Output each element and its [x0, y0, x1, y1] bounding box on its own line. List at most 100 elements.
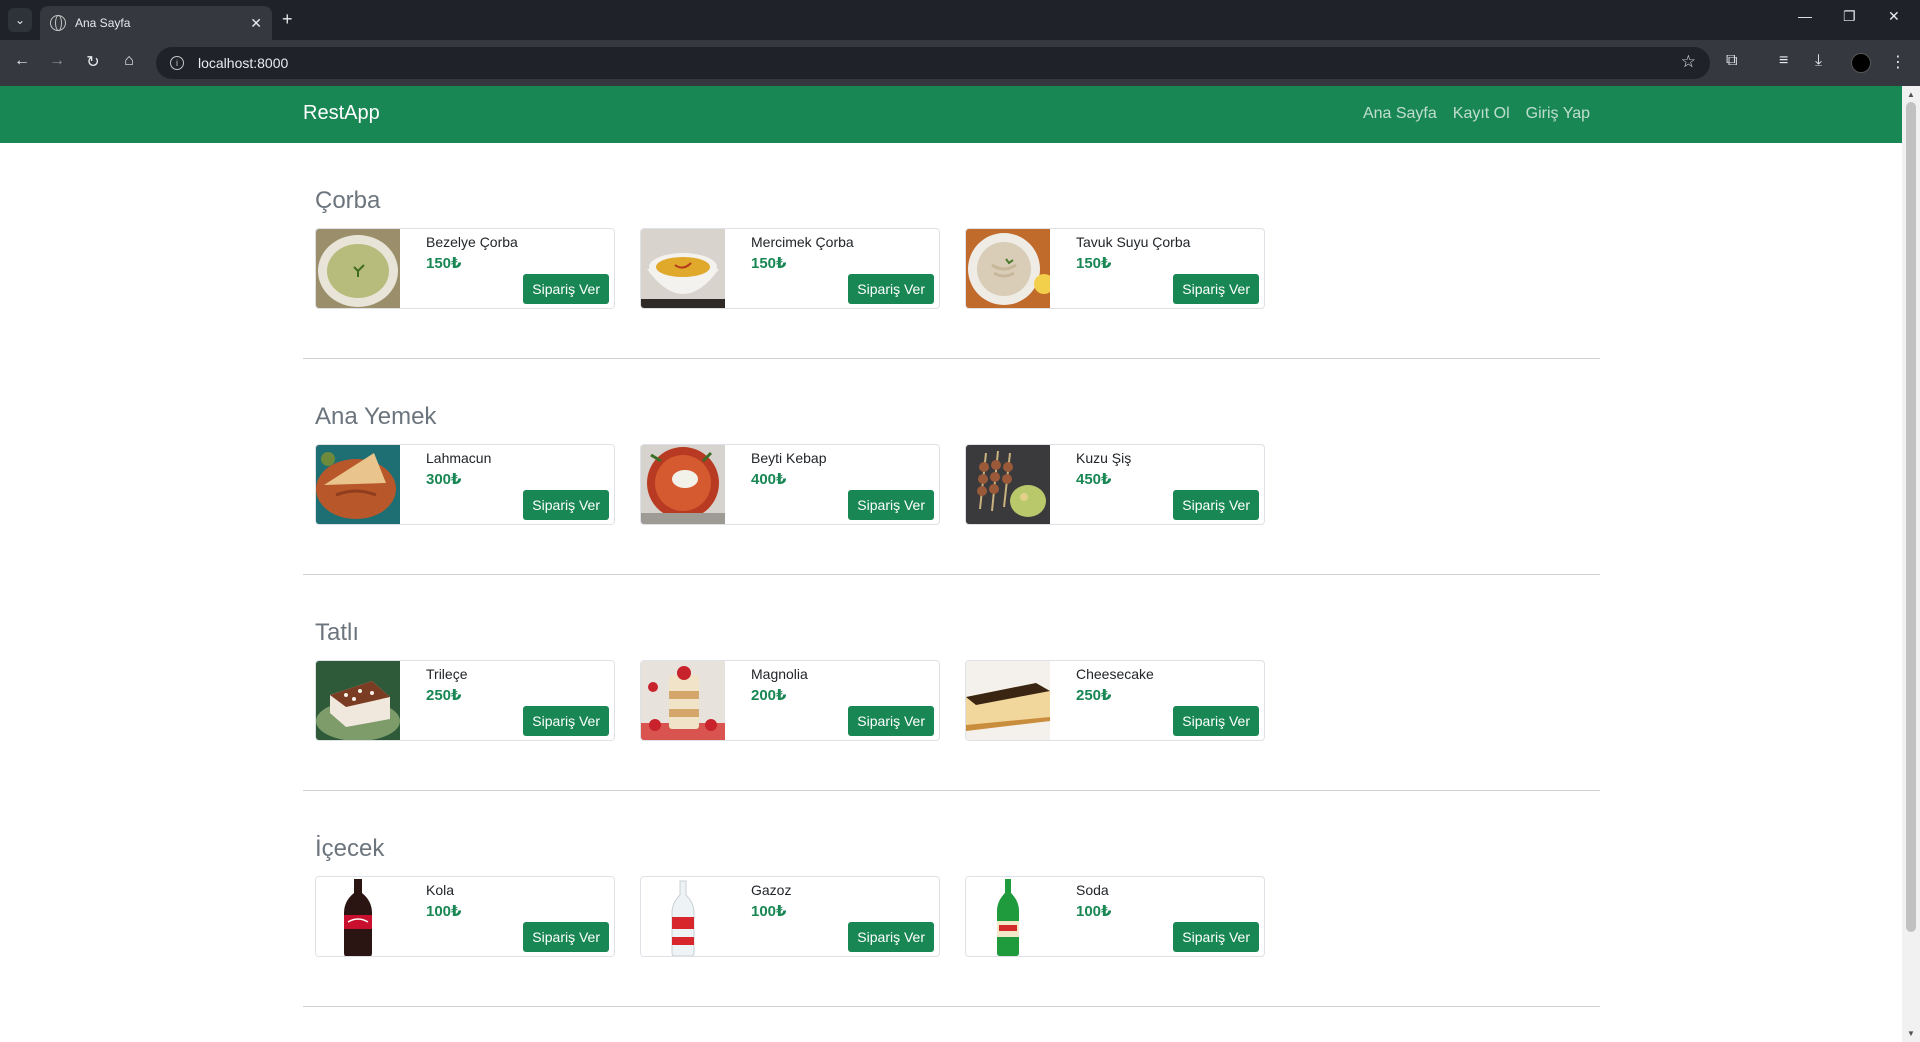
drink-image — [316, 877, 400, 956]
order-button[interactable]: Sipariş Ver — [523, 922, 609, 952]
category-title: İçecek — [315, 835, 385, 862]
item-price: 450₺ — [1076, 471, 1112, 488]
profile-avatar[interactable] — [1851, 53, 1871, 73]
food-image — [966, 229, 1050, 308]
item-name: Beyti Kebap — [751, 450, 827, 466]
browser-tab[interactable]: Ana Sayfa ✕ — [40, 6, 272, 40]
category-title: Çorba — [315, 187, 381, 214]
item-name: Kuzu Şiş — [1076, 450, 1132, 466]
minimize-button[interactable]: — — [1798, 8, 1812, 24]
page-scrollbar[interactable]: ▲ ▼ — [1902, 86, 1920, 1042]
food-image — [641, 229, 725, 308]
site-info-icon[interactable]: i — [170, 56, 184, 70]
menu-card: Bezelye Çorba 150₺ Sipariş Ver — [315, 228, 615, 309]
home-icon[interactable]: ⌂ — [118, 52, 140, 70]
item-price: 150₺ — [1076, 255, 1112, 272]
new-tab-button[interactable]: + — [282, 9, 293, 30]
nav-link-home[interactable]: Ana Sayfa — [1363, 105, 1437, 123]
item-name: Soda — [1076, 882, 1109, 898]
item-name: Mercimek Çorba — [751, 234, 854, 250]
item-price: 200₺ — [751, 687, 787, 704]
menu-card: Soda 100₺ Sipariş Ver — [965, 876, 1265, 957]
menu-card-row: Kola 100₺ Sipariş Ver Gazoz 100₺ Sipariş… — [315, 876, 1265, 957]
category-section-main-course: Ana Yemek Lahmacun 300₺ Sipariş Ver Beyt… — [303, 359, 1600, 575]
close-tab-icon[interactable]: ✕ — [250, 15, 262, 32]
drink-image — [966, 877, 1050, 956]
menu-card: Kuzu Şiş 450₺ Sipariş Ver — [965, 444, 1265, 525]
menu-card: Trileçe 250₺ Sipariş Ver — [315, 660, 615, 741]
browser-toolbar: ← → ↻ ⌂ i localhost:8000 ☆ ⧉ ≡ ⤓ ⋮ — [0, 40, 1920, 86]
forward-icon[interactable]: → — [46, 52, 68, 70]
section-divider — [303, 1006, 1600, 1007]
bookmark-star-icon[interactable]: ☆ — [1681, 52, 1696, 72]
site-navbar: RestApp Ana Sayfa Kayıt Ol Giriş Yap — [0, 86, 1902, 143]
address-bar[interactable]: i localhost:8000 ☆ — [156, 47, 1710, 79]
food-image — [641, 661, 725, 740]
food-image — [641, 445, 725, 524]
order-button[interactable]: Sipariş Ver — [1173, 922, 1259, 952]
order-button[interactable]: Sipariş Ver — [848, 706, 934, 736]
category-section-dessert: Tatlı Trileçe 250₺ Sipariş Ver Magnolia … — [303, 575, 1600, 791]
food-image — [966, 661, 1050, 740]
scrollbar-thumb[interactable] — [1906, 102, 1916, 932]
order-button[interactable]: Sipariş Ver — [1173, 490, 1259, 520]
order-button[interactable]: Sipariş Ver — [523, 274, 609, 304]
drink-image — [641, 877, 725, 956]
item-price: 100₺ — [426, 903, 462, 920]
restore-button[interactable]: ❐ — [1843, 8, 1856, 25]
item-price: 400₺ — [751, 471, 787, 488]
extensions-icon[interactable]: ⧉ — [1726, 52, 1737, 70]
order-button[interactable]: Sipariş Ver — [523, 490, 609, 520]
food-image — [316, 229, 400, 308]
media-control-icon[interactable]: ≡ — [1779, 52, 1788, 70]
item-price: 100₺ — [751, 903, 787, 920]
globe-icon — [50, 15, 66, 31]
item-name: Gazoz — [751, 882, 792, 898]
tab-search-button[interactable]: ⌄ — [8, 8, 32, 32]
nav-link-register[interactable]: Kayıt Ol — [1453, 105, 1510, 123]
order-button[interactable]: Sipariş Ver — [523, 706, 609, 736]
item-price: 250₺ — [426, 687, 462, 704]
order-button[interactable]: Sipariş Ver — [848, 274, 934, 304]
menu-card: Gazoz 100₺ Sipariş Ver — [640, 876, 940, 957]
item-price: 100₺ — [1076, 903, 1112, 920]
navbar-links: Ana Sayfa Kayıt Ol Giriş Yap — [1363, 105, 1590, 123]
menu-card: Cheesecake 250₺ Sipariş Ver — [965, 660, 1265, 741]
download-icon[interactable]: ⤓ — [1815, 52, 1822, 70]
item-price: 250₺ — [1076, 687, 1112, 704]
item-name: Cheesecake — [1076, 666, 1154, 682]
tab-title: Ana Sayfa — [75, 16, 131, 30]
page-viewport: RestApp Ana Sayfa Kayıt Ol Giriş Yap Çor… — [0, 86, 1902, 1042]
menu-content: Çorba Bezelye Çorba 150₺ Sipariş Ver Mer… — [303, 143, 1600, 1007]
menu-card: Lahmacun 300₺ Sipariş Ver — [315, 444, 615, 525]
category-section-soup: Çorba Bezelye Çorba 150₺ Sipariş Ver Mer… — [303, 143, 1600, 359]
item-name: Trileçe — [426, 666, 468, 682]
item-name: Lahmacun — [426, 450, 492, 466]
menu-card: Tavuk Suyu Çorba 150₺ Sipariş Ver — [965, 228, 1265, 309]
order-button[interactable]: Sipariş Ver — [1173, 706, 1259, 736]
menu-card: Mercimek Çorba 150₺ Sipariş Ver — [640, 228, 940, 309]
item-price: 150₺ — [751, 255, 787, 272]
browser-tab-bar: ⌄ Ana Sayfa ✕ + — ❐ ✕ — [0, 0, 1920, 40]
food-image — [966, 445, 1050, 524]
category-title: Tatlı — [315, 619, 360, 646]
nav-link-login[interactable]: Giriş Yap — [1526, 105, 1590, 123]
food-image — [316, 661, 400, 740]
back-icon[interactable]: ← — [11, 52, 33, 70]
url-text[interactable]: localhost:8000 — [198, 55, 288, 71]
order-button[interactable]: Sipariş Ver — [848, 490, 934, 520]
menu-dots-icon[interactable]: ⋮ — [1890, 52, 1906, 72]
scroll-up-arrow-icon[interactable]: ▲ — [1907, 90, 1915, 99]
menu-card: Beyti Kebap 400₺ Sipariş Ver — [640, 444, 940, 525]
close-window-button[interactable]: ✕ — [1888, 8, 1900, 25]
item-name: Magnolia — [751, 666, 808, 682]
order-button[interactable]: Sipariş Ver — [848, 922, 934, 952]
item-price: 150₺ — [426, 255, 462, 272]
menu-card-row: Trileçe 250₺ Sipariş Ver Magnolia 200₺ S… — [315, 660, 1265, 741]
order-button[interactable]: Sipariş Ver — [1173, 274, 1259, 304]
navbar-brand[interactable]: RestApp — [303, 102, 380, 125]
menu-card: Kola 100₺ Sipariş Ver — [315, 876, 615, 957]
reload-icon[interactable]: ↻ — [82, 52, 104, 72]
item-price: 300₺ — [426, 471, 462, 488]
scroll-down-arrow-icon[interactable]: ▼ — [1907, 1029, 1915, 1038]
